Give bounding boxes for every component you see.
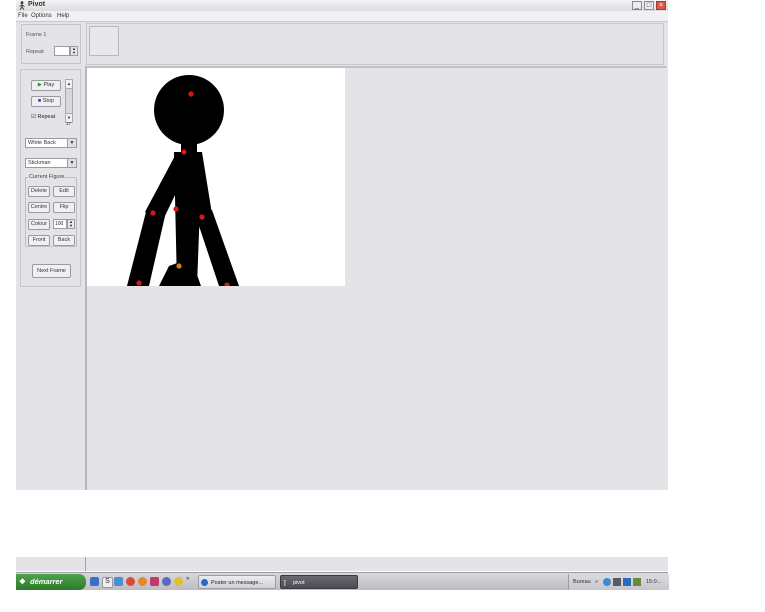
task-label: pivot [293,580,305,586]
divider [85,557,86,571]
stickman-left-forearm [127,208,165,286]
minimize-button[interactable]: _ [632,1,642,10]
chevron-down-icon: ▼ [67,139,76,147]
start-button[interactable]: ❖ démarrer [16,574,86,590]
menu-bar: File Options Help [16,11,668,22]
tray-app-icon[interactable] [623,578,631,586]
play-label: Play [43,82,55,88]
stickman-head [154,75,224,145]
controls-panel: ▶ Play ■ Stop ☑ Repeat ▲ ▼ 17 White Back… [20,69,81,287]
frame-thumbnail[interactable] [89,26,119,56]
slider-up-arrow[interactable]: ▲ [66,80,72,89]
chevron-icon[interactable]: » [595,574,598,590]
quicklaunch-s-icon[interactable]: S [102,577,113,588]
stickman-right-forearm [195,210,239,286]
joint-handle [176,263,182,269]
menu-help[interactable]: Help [57,13,69,19]
stop-label: Stop [42,98,55,104]
frame-panel: Frame 1 Repeat ▲ ▼ [21,24,81,64]
delete-button[interactable]: Delete [28,186,50,197]
repeat-checkbox[interactable]: ☑ Repeat [31,112,55,122]
joint-handle [150,210,156,216]
app-window: Pivot _ □ × File Options Help Frame 1 Re… [16,0,668,490]
joint-handle [181,149,187,155]
flip-button[interactable]: Flip [53,202,75,213]
stop-icon: ■ [37,98,42,104]
start-label: démarrer [30,577,63,586]
figure-type-select[interactable]: Stickman ▼ [25,158,77,168]
clock[interactable]: 15:0... [646,574,661,590]
frame-label: Frame 1 [26,32,47,38]
menu-options[interactable]: Options [31,13,52,19]
status-strip [16,557,668,571]
repeat-input[interactable] [54,46,70,56]
quicklaunch-app-icon[interactable] [174,577,183,586]
quicklaunch-desktop-icon[interactable] [90,577,99,586]
speed-slider[interactable]: ▲ ▼ [65,79,73,123]
quicklaunch-expand-icon[interactable]: » [186,576,189,582]
edit-button[interactable]: Edit [53,186,75,197]
tray-app-icon[interactable] [633,578,641,586]
drawing-canvas[interactable] [87,68,345,286]
tray-label: Bureau [573,579,591,585]
maximize-button[interactable]: □ [644,1,654,10]
windows-logo-icon: ❖ [19,577,26,586]
browser-icon [201,579,208,586]
figure-type-select-value: Stickman [28,160,51,166]
chevron-down-icon: ▼ [67,159,76,167]
task-label: Poster un message... [211,580,263,586]
task-button-browser[interactable]: Poster un message... [198,575,276,589]
system-tray: Bureau » 15:0... [568,574,669,590]
back-button[interactable]: Back [53,235,75,246]
joint-handle [173,206,179,212]
quicklaunch-media-icon[interactable] [126,577,135,586]
background-select[interactable]: White Back ▼ [25,138,77,148]
background-select-value: White Back [28,140,56,146]
size-input[interactable]: 100 [53,219,67,229]
check-icon: ☑ [31,114,36,120]
joint-handle [136,280,142,286]
play-button[interactable]: ▶ Play [31,80,61,91]
joint-handle [188,91,194,97]
play-icon: ▶ [37,82,42,88]
frame-timeline [86,23,664,65]
repeat-label: Repeat [26,49,44,55]
front-button[interactable]: Front [28,235,50,246]
quicklaunch-app-icon[interactable] [150,577,159,586]
stickman-figure[interactable] [87,68,345,286]
size-spinner[interactable]: ▲ ▼ [67,219,75,229]
centre-button[interactable]: Centre [28,202,50,213]
quicklaunch-firefox-icon[interactable] [138,577,147,586]
close-button[interactable]: × [656,1,666,10]
task-button-pivot[interactable]: ǐ pivot [280,575,358,589]
current-figure-title: Current Figure [28,174,66,180]
tray-network-icon[interactable] [603,578,611,586]
window-title: Pivot [28,1,46,8]
stickman-app-icon: ǐ [284,579,286,588]
quicklaunch-app-icon[interactable] [162,577,171,586]
quicklaunch-browser-icon[interactable] [114,577,123,586]
next-frame-button[interactable]: Next Frame [32,264,71,278]
tray-volume-icon[interactable] [613,578,621,586]
taskbar: ❖ démarrer S » Poster un message... ǐ pi… [16,572,669,590]
joint-handle [199,214,205,220]
menu-file[interactable]: File [18,13,28,19]
stop-button[interactable]: ■ Stop [31,96,61,107]
repeat-checkbox-label: Repeat [37,114,56,120]
colour-button[interactable]: Colour [28,219,50,230]
repeat-spinner[interactable]: ▲ ▼ [70,46,78,56]
stickman-app-icon [19,1,25,10]
title-bar[interactable]: Pivot _ □ × [16,0,668,11]
speed-value: 17 [66,121,72,126]
